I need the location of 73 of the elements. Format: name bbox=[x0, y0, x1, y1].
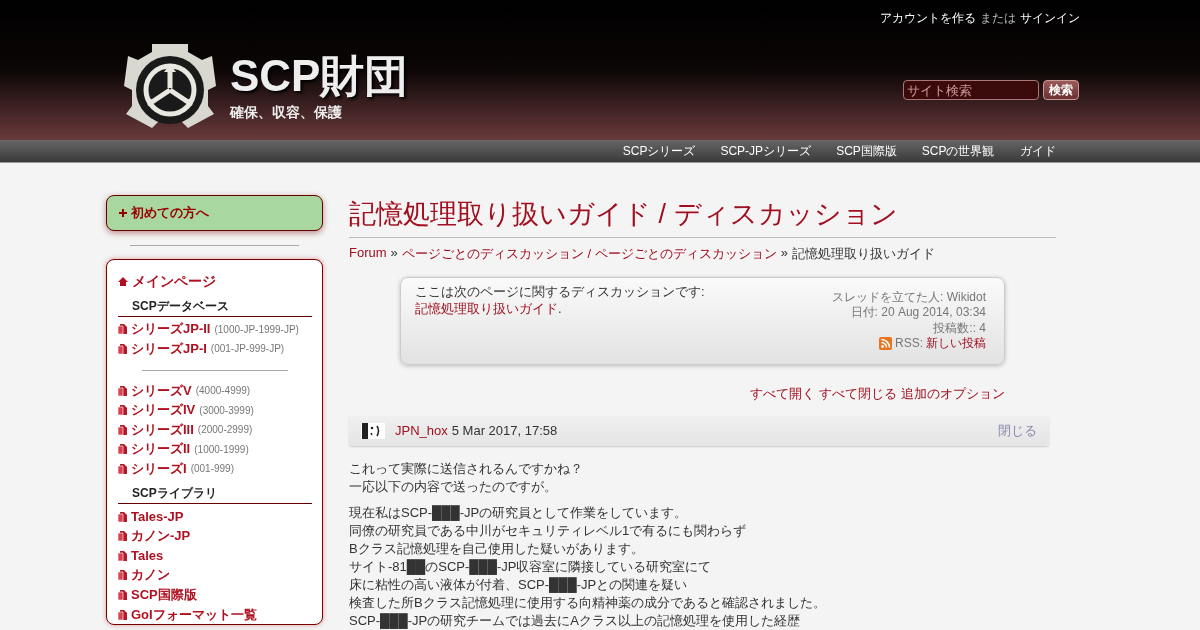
breadcrumb-link[interactable]: ページごとのディスカッション / ページごとのディスカッション bbox=[401, 244, 777, 263]
sidebar-link[interactable]: メインページ bbox=[132, 272, 216, 291]
site-tagline: 確保、収容、保護 bbox=[230, 104, 343, 122]
sidebar-link[interactable]: カノン bbox=[131, 566, 170, 585]
thread-option-link[interactable]: 追加のオプション bbox=[901, 384, 1005, 403]
plus-icon bbox=[119, 209, 127, 217]
page-icon bbox=[118, 424, 127, 435]
range-label: (001-999) bbox=[190, 463, 234, 475]
sidebar-link[interactable]: シリーズJP-I bbox=[131, 340, 207, 358]
nav-link[interactable]: SCP-JPシリーズ bbox=[707, 142, 824, 160]
thread-option-link[interactable]: すべて開く bbox=[750, 384, 815, 403]
sidebar-link[interactable]: シリーズV bbox=[131, 381, 192, 400]
page-icon bbox=[118, 511, 127, 522]
sidebar-link[interactable]: シリーズIII bbox=[131, 420, 194, 439]
thread-description: ここは次のページに関するディスカッションです: 記憶処理取り扱いガイド. bbox=[415, 283, 706, 318]
page-icon bbox=[118, 405, 127, 416]
sidebar-link[interactable]: Tales bbox=[131, 548, 164, 564]
thread-date: 日付: 20 Aug 2014, 03:34 bbox=[849, 305, 986, 321]
post-author-link[interactable]: JPN_hox bbox=[395, 423, 448, 439]
page-link[interactable]: 記憶処理取り扱いガイド bbox=[415, 300, 558, 316]
sidebar-link[interactable]: Tales-JP bbox=[131, 509, 184, 525]
page-icon bbox=[118, 463, 127, 474]
nav-link[interactable]: ガイド bbox=[1007, 142, 1068, 160]
range-label: (3000-3999) bbox=[199, 404, 254, 416]
page-title: 記憶処理取り扱いガイド / ディスカッション bbox=[349, 200, 1056, 238]
breadcrumb-separator: » bbox=[390, 244, 398, 262]
sidebar-link[interactable]: シリーズIV bbox=[131, 401, 196, 420]
post-paragraph: これって実際に送信されるんですかね？ 一応以下の内容で送ったのですが。 bbox=[349, 459, 584, 496]
new-posts-link[interactable]: 新しい投稿 bbox=[926, 336, 986, 352]
sidebar-link[interactable]: SCP国際版 bbox=[131, 585, 197, 604]
page-icon bbox=[118, 444, 127, 455]
range-label: (001-JP-999-JP) bbox=[210, 343, 285, 355]
range-label: (4000-4999) bbox=[195, 385, 251, 397]
range-label: (1000-1999) bbox=[194, 443, 249, 455]
page-icon bbox=[118, 324, 127, 335]
nav-link[interactable]: SCP国際版 bbox=[823, 142, 910, 160]
home-icon bbox=[118, 277, 128, 287]
sidebar-link[interactable]: GoIフォーマット一覧 bbox=[131, 605, 257, 624]
start-guide-button[interactable]: 初めての方へ bbox=[106, 195, 323, 231]
account-link[interactable]: アカウントを作る bbox=[880, 10, 976, 27]
rss-icon[interactable] bbox=[879, 337, 892, 351]
page-icon bbox=[118, 609, 127, 620]
sidebar-heading: SCPデータベース bbox=[118, 291, 312, 317]
page-icon bbox=[118, 385, 127, 396]
sidebar-heading: SCPライブラリ bbox=[118, 478, 312, 504]
sidebar-link[interactable]: シリーズJP-II bbox=[131, 320, 211, 339]
account-separator: または bbox=[980, 10, 1016, 27]
thread-author: スレッドを立てた人: Wikidot bbox=[832, 289, 986, 306]
range-label: (1000-JP-1999-JP) bbox=[214, 323, 299, 335]
range-label: (2000-2999) bbox=[197, 424, 253, 436]
site-title[interactable]: SCP財団 bbox=[230, 54, 409, 98]
page-icon bbox=[118, 531, 127, 542]
page-icon bbox=[118, 550, 127, 561]
rss-label: RSS: bbox=[895, 336, 923, 352]
thread-option-link[interactable]: すべて閉じる bbox=[819, 384, 897, 403]
nav-link[interactable]: SCPシリーズ bbox=[610, 142, 708, 160]
page-icon bbox=[118, 570, 127, 581]
search-field[interactable]: サイト検索 bbox=[903, 80, 1039, 100]
search-button[interactable]: 検索 bbox=[1043, 80, 1079, 100]
post-paragraph: 現在私はSCP-███-JPの研究員として作業をしています。 同僚の研究員である中川がセキュリティレベル1で有るにも関わらず Bクラス記憶処理を自己使用した疑いがあります。 サイト-81██のSCP-███-JP収容室に隣接している研究室にて 床に粘性の高い液体が付着、SCP-███-JPとの関連を疑い 検査した所Bクラス記憶処理に使用する向精神薬の成分であると確認されました。 SCP-███-JPの研究チームでは過去にAクラス以上の記憶処理を使用した経歴 bbox=[349, 503, 827, 630]
breadcrumb-link[interactable]: Forum bbox=[349, 244, 387, 263]
sidebar-link[interactable]: シリーズII bbox=[131, 440, 191, 459]
sidebar-link[interactable]: シリーズI bbox=[131, 459, 187, 478]
page-icon bbox=[118, 344, 127, 354]
account-link[interactable]: サインイン bbox=[1020, 10, 1080, 27]
page-icon bbox=[118, 589, 127, 600]
nav-link[interactable]: SCPの世界観 bbox=[909, 142, 1007, 160]
sidebar-link[interactable]: カノン-JP bbox=[131, 527, 191, 546]
post-count: 投稿数:: 4 bbox=[932, 320, 986, 337]
avatar-icon bbox=[361, 422, 385, 439]
breadcrumb-separator: » bbox=[780, 244, 788, 262]
breadcrumb-current: 記憶処理取り扱いガイド bbox=[791, 244, 935, 263]
post-date: 5 Mar 2017, 17:58 bbox=[451, 423, 558, 439]
